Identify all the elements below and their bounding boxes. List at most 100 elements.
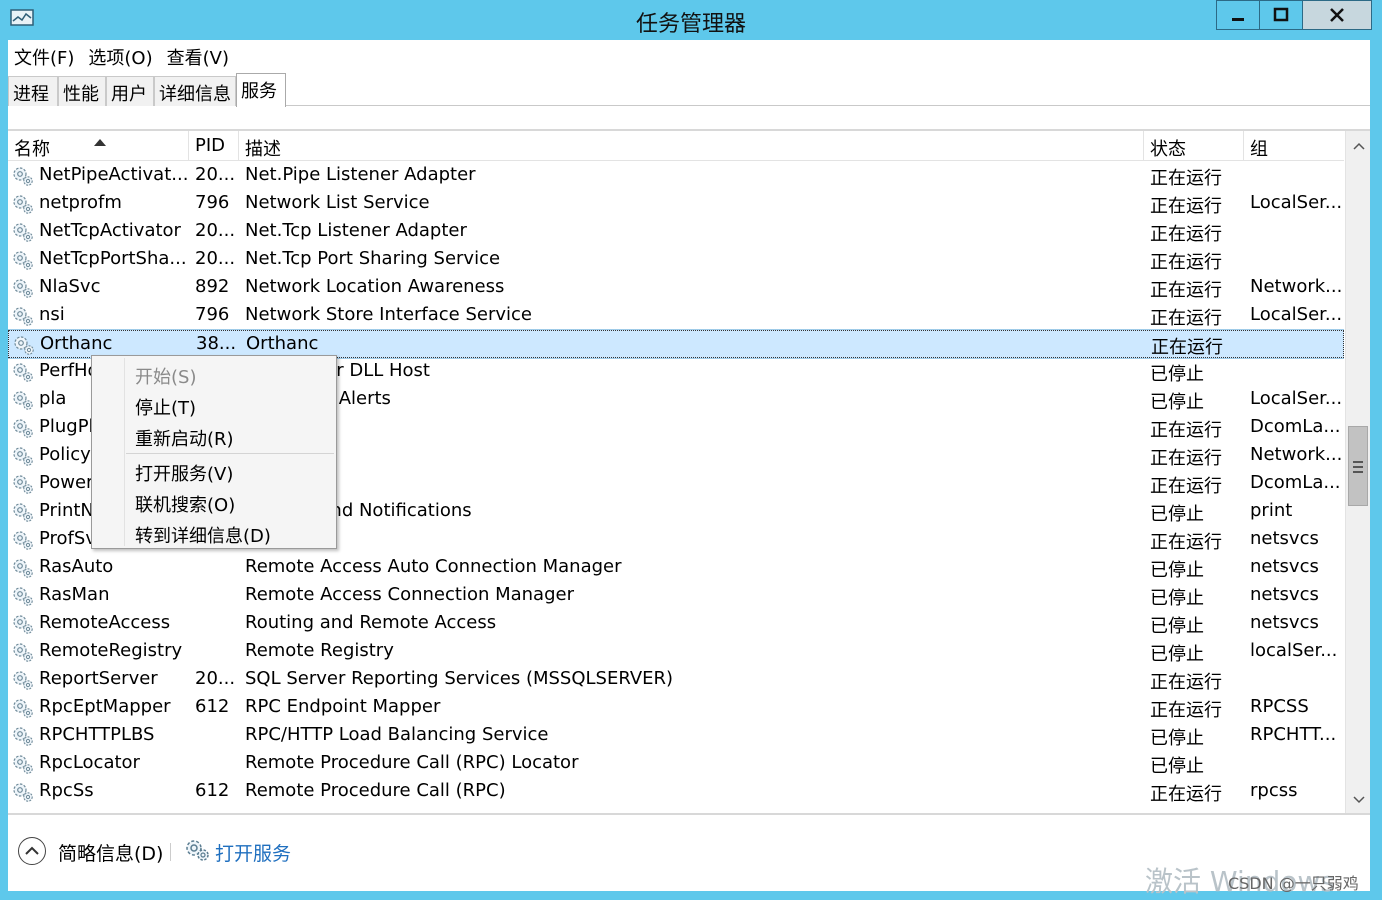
- tab-users[interactable]: 用户: [106, 76, 154, 106]
- service-description: y Agent: [245, 444, 1140, 465]
- column-header-row: 名称 PID 描述 状态 组: [8, 131, 1344, 161]
- column-header-name[interactable]: 名称: [8, 131, 189, 161]
- service-name: RPCHTTPLBS: [39, 724, 155, 745]
- context-menu-open-services[interactable]: 打开服务(V): [135, 460, 233, 486]
- fewer-details-link[interactable]: 简略信息(D): [58, 839, 163, 866]
- service-name: ReportServer: [39, 668, 158, 689]
- chevron-down-icon: [1352, 796, 1365, 804]
- service-status: 正在运行: [1151, 337, 1223, 358]
- service-row[interactable]: NetTcpPortSha... 20... Net.Tcp Port Sharin…: [8, 246, 1344, 274]
- close-icon: [1330, 8, 1344, 22]
- service-row[interactable]: RasAuto Remote Access Auto Connection Man…: [8, 554, 1344, 582]
- menu-view[interactable]: 查看(V): [167, 44, 229, 70]
- service-row[interactable]: RasMan Remote Access Connection Manager 已停…: [8, 582, 1344, 610]
- service-row[interactable]: RpcSs 612 Remote Procedure Call (RPC) 正在运行 r…: [8, 778, 1344, 806]
- task-manager-window: 任务管理器 文件(F) 选项(O) 查看(V) 进程 性能 用户 详细信息 服务: [0, 0, 1382, 899]
- service-row[interactable]: RpcEptMapper 612 RPC Endpoint Mapper 正在运行 RP…: [8, 694, 1344, 722]
- tab-processes[interactable]: 进程: [8, 76, 58, 106]
- scroll-up-button[interactable]: [1346, 133, 1371, 159]
- service-name: RemoteAccess: [39, 612, 171, 633]
- open-services-link[interactable]: 打开服务: [215, 839, 291, 866]
- service-description: RPC/HTTP Load Balancing Service: [245, 724, 549, 745]
- service-gear-icon: [12, 697, 34, 719]
- tab-performance[interactable]: 性能: [58, 76, 106, 106]
- column-header-description[interactable]: 描述: [239, 131, 1144, 161]
- menu-file[interactable]: 文件(F): [14, 44, 74, 70]
- service-row[interactable]: RemoteAccess Routing and Remote Access 已停止…: [8, 610, 1344, 638]
- vertical-scrollbar[interactable]: [1345, 131, 1370, 815]
- tab-details[interactable]: 详细信息: [154, 76, 236, 106]
- context-menu-separator: [126, 453, 334, 454]
- service-row[interactable]: NlaSvc 892 Network Location Awareness 正在运行 N…: [8, 274, 1344, 302]
- service-gear-icon: [13, 334, 35, 356]
- service-name: NetPipeActivat...: [39, 164, 189, 185]
- close-button[interactable]: [1302, 0, 1372, 30]
- service-name: RasMan: [39, 584, 110, 605]
- service-description: ensions and Notifications: [245, 500, 472, 521]
- context-menu-stop[interactable]: 停止(T): [135, 394, 196, 420]
- service-gear-icon: [12, 361, 34, 383]
- service-group: print: [1250, 500, 1293, 521]
- service-status: 正在运行: [1150, 420, 1222, 441]
- service-status: 已停止: [1150, 728, 1204, 749]
- service-description: Remote Procedure Call (RPC): [245, 780, 506, 801]
- context-menu-go-to-details[interactable]: 转到详细信息(D): [135, 522, 271, 548]
- service-description: Orthanc: [246, 333, 319, 354]
- service-group: netsvcs: [1250, 612, 1319, 633]
- service-description: e Service: [245, 528, 1140, 549]
- service-gear-icon: [12, 417, 34, 439]
- window-controls: [1216, 0, 1372, 30]
- column-header-pid[interactable]: PID: [189, 131, 239, 161]
- service-row[interactable]: RemoteRegistry Remote Registry 已停止 localSer…: [8, 638, 1344, 666]
- service-row[interactable]: ReportServer 20... SQL Server Reporting Se…: [8, 666, 1344, 694]
- service-pid: 20...: [195, 220, 236, 241]
- chevron-up-icon: [25, 846, 39, 855]
- service-status: 正在运行: [1150, 252, 1222, 273]
- service-gear-icon: [12, 529, 34, 551]
- context-menu-restart[interactable]: 重新启动(R): [135, 425, 234, 451]
- service-description: RPC Endpoint Mapper: [245, 696, 441, 717]
- service-gear-icon: [12, 277, 34, 299]
- service-group: Network...: [1250, 276, 1342, 297]
- service-status: 已停止: [1150, 504, 1204, 525]
- service-status: 正在运行: [1150, 476, 1222, 497]
- context-menu-start[interactable]: 开始(S): [135, 363, 196, 389]
- service-status: 正在运行: [1150, 784, 1222, 805]
- service-description: Network Location Awareness: [245, 276, 505, 297]
- service-pid: 612: [195, 696, 230, 717]
- service-group: DcomLa...: [1250, 472, 1341, 493]
- service-gear-icon: [12, 221, 34, 243]
- collapse-button[interactable]: [18, 837, 46, 865]
- service-row[interactable]: RpcLocator Remote Procedure Call (RPC) Lo…: [8, 750, 1344, 778]
- service-pid: 38...: [196, 333, 237, 354]
- maximize-icon: [1273, 7, 1289, 22]
- column-header-group[interactable]: 组: [1244, 131, 1344, 161]
- service-group: RPCHTT...: [1250, 724, 1337, 745]
- service-gear-icon: [12, 473, 34, 495]
- service-row[interactable]: netprofm 796 Network List Service 正在运行 Local…: [8, 190, 1344, 218]
- scroll-down-button[interactable]: [1346, 787, 1371, 813]
- service-group: Network...: [1250, 444, 1342, 465]
- service-gear-icon: [12, 501, 34, 523]
- service-pid: 796: [195, 304, 230, 325]
- minimize-button[interactable]: [1216, 0, 1260, 30]
- service-group: LocalSer...: [1250, 192, 1342, 213]
- chevron-up-icon: [1352, 142, 1365, 150]
- service-row[interactable]: NetPipeActivat... 20... Net.Pipe Listener …: [8, 162, 1344, 190]
- scroll-thumb[interactable]: [1348, 426, 1368, 506]
- service-status: 正在运行: [1150, 700, 1222, 721]
- service-row[interactable]: Orthanc 38... Orthanc 正在运行: [8, 329, 1344, 359]
- service-row[interactable]: NetTcpActivator 20... Net.Tcp Listener Ada…: [8, 218, 1344, 246]
- service-pid: 796: [195, 192, 230, 213]
- service-status: 已停止: [1150, 756, 1204, 777]
- tab-services[interactable]: 服务: [236, 73, 286, 107]
- service-row[interactable]: nsi 796 Network Store Interface Service 正在运…: [8, 302, 1344, 330]
- context-menu-search-online[interactable]: 联机搜索(O): [135, 491, 235, 517]
- service-row[interactable]: RPCHTTPLBS RPC/HTTP Load Balancing Servic…: [8, 722, 1344, 750]
- menu-options[interactable]: 选项(O): [88, 44, 152, 70]
- maximize-button[interactable]: [1259, 0, 1303, 30]
- csdn-watermark: CSDN @一只弱鸡: [1228, 874, 1359, 893]
- column-header-status[interactable]: 状态: [1144, 131, 1244, 161]
- service-description: SQL Server Reporting Services (MSSQLSERV…: [245, 668, 674, 689]
- tab-strip: 进程 性能 用户 详细信息 服务: [8, 73, 1370, 107]
